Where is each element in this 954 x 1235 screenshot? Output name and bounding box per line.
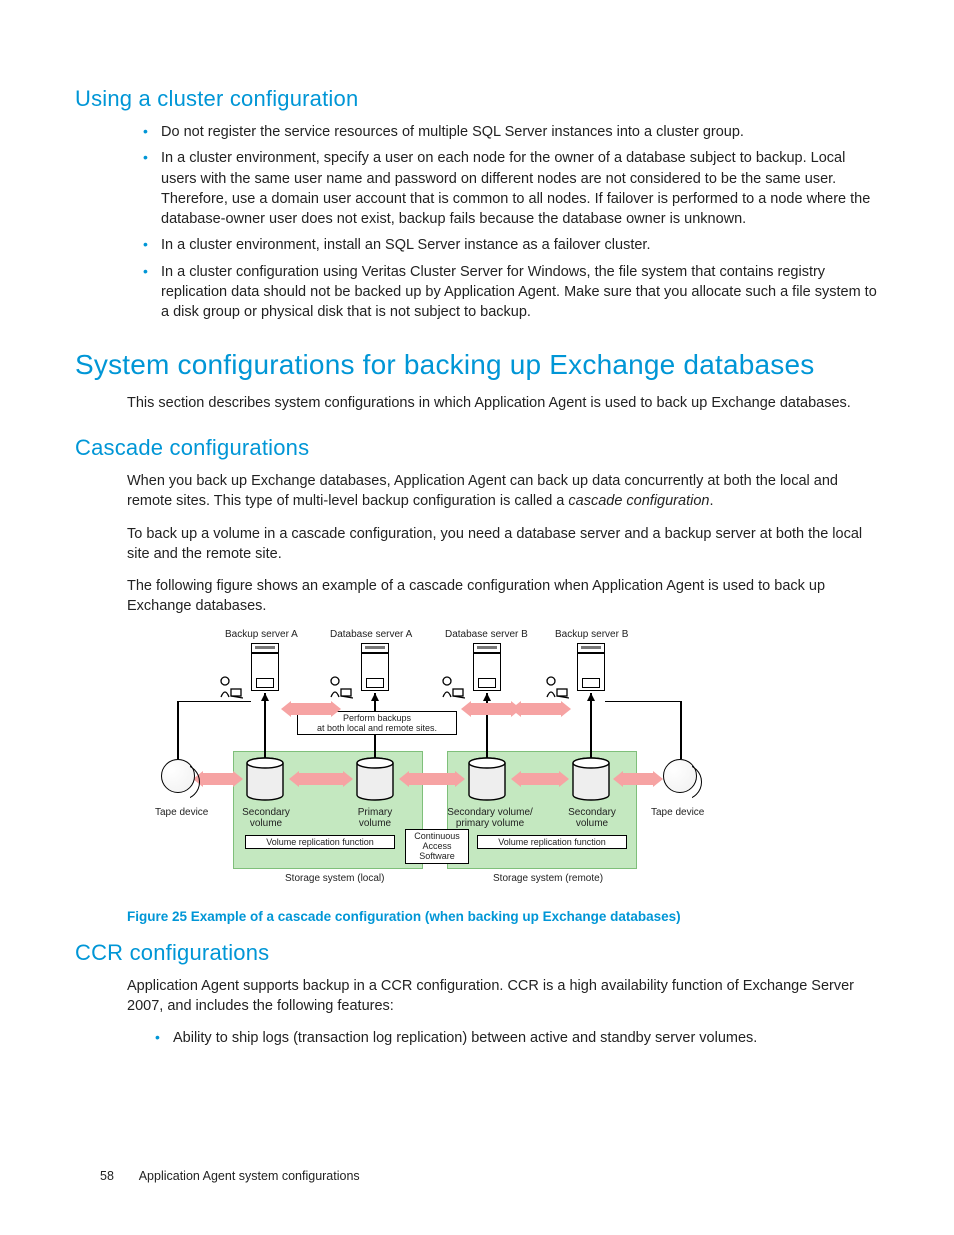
arrow-icon [291,703,331,715]
label-storage-remote: Storage system (remote) [493,873,603,884]
server-icon [473,643,501,691]
arrow-icon [409,773,455,785]
footer-title: Application Agent system configurations [139,1169,360,1183]
list-item: Ability to ship logs (transaction log re… [155,1028,879,1048]
user-icon [217,675,243,699]
arrow-icon [471,703,511,715]
tape-device-icon [663,759,697,793]
volume-icon [355,757,395,801]
heading-cascade: Cascade configurations [75,435,879,461]
label-backup-server-b: Backup server B [555,629,628,640]
label-backup-server-a: Backup server A [225,629,298,640]
arrow-icon [521,703,561,715]
heading-exchange-configs: System configurations for backing up Exc… [75,349,879,381]
page-footer: 58 Application Agent system configuratio… [100,1169,360,1183]
server-icon [251,643,279,691]
label-database-server-b: Database server B [445,629,528,640]
label-primary-volume: Primary volume [355,807,395,829]
italic-term: cascade configuration [568,493,709,509]
label-volume-replication-left: Volume replication function [245,835,395,849]
server-icon [577,643,605,691]
volume-icon [245,757,285,801]
label-volume-replication-right: Volume replication function [477,835,627,849]
heading-ccr: CCR configurations [75,940,879,966]
list-item: In a cluster environment, specify a user… [143,148,879,229]
label-database-server-a: Database server A [330,629,412,640]
server-icon [361,643,389,691]
list-item: Do not register the service resources of… [143,122,879,142]
volume-icon [571,757,611,801]
ccr-features-list: Ability to ship logs (transaction log re… [155,1028,879,1048]
text: . [709,493,713,509]
arrow-icon [521,773,559,785]
heading-cluster-config: Using a cluster configuration [75,86,879,112]
tape-device-icon [161,759,195,793]
cluster-config-list: Do not register the service resources of… [143,122,879,323]
text: When you back up Exchange databases, App… [127,473,838,509]
label-storage-local: Storage system (local) [285,873,384,884]
label-secondary-primary-volume: Secondary volume/ primary volume [445,807,535,829]
paragraph: This section describes system configurat… [127,393,879,413]
arrow-icon [299,773,343,785]
figure-cascade-diagram: Backup server A Database server A Databa… [155,629,879,899]
list-item: In a cluster environment, install an SQL… [143,235,879,255]
paragraph: The following figure shows an example of… [127,576,879,617]
list-item: In a cluster configuration using Veritas… [143,262,879,323]
paragraph: When you back up Exchange databases, App… [127,471,879,512]
label-tape-right: Tape device [651,807,704,818]
user-icon [543,675,569,699]
paragraph: Application Agent supports backup in a C… [127,976,879,1017]
label-secondary-volume-2: Secondary volume [567,807,617,829]
user-icon [439,675,465,699]
paragraph: To back up a volume in a cascade configu… [127,524,879,565]
label-secondary-volume: Secondary volume [241,807,291,829]
figure-caption: Figure 25 Example of a cascade configura… [127,909,879,924]
arrow-icon [623,773,653,785]
user-icon [327,675,353,699]
volume-icon [467,757,507,801]
arrow-icon [203,773,233,785]
label-continuous-access: Continuous Access Software [405,829,469,864]
label-tape-left: Tape device [155,807,208,818]
page-number: 58 [100,1169,114,1183]
